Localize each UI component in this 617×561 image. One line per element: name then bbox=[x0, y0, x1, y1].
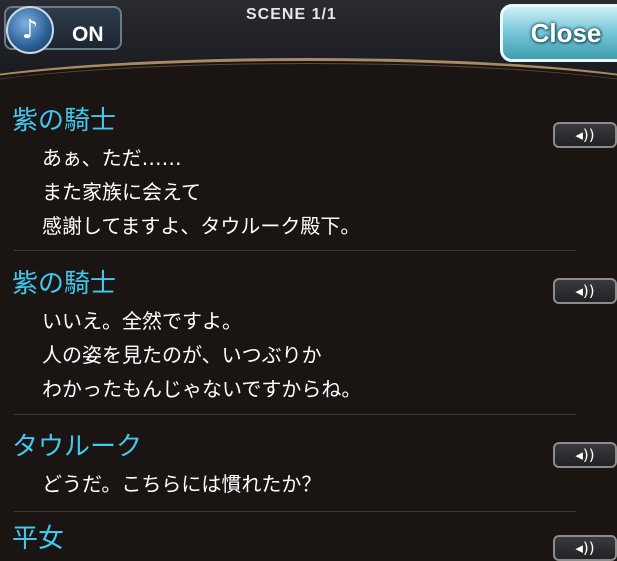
speaker-icon: ◂)) bbox=[575, 446, 595, 464]
speaker-name: 紫の騎士 bbox=[12, 106, 117, 136]
dialogue-line: 人の姿を見たのが、いつぶりか bbox=[42, 343, 322, 367]
dialogue-line: 感謝してますよ、タウルーク殿下。 bbox=[42, 214, 361, 238]
voice-replay-button[interactable]: ◂)) bbox=[553, 278, 617, 304]
dialogue-line: また家族に会えて bbox=[42, 180, 201, 204]
entry-divider bbox=[14, 250, 576, 251]
header-bar: ON ♪ SCENE 1/1 Close bbox=[0, 0, 617, 92]
speaker-name: 紫の騎士 bbox=[12, 269, 117, 299]
entry-divider bbox=[14, 414, 576, 415]
speaker-name: 平女 bbox=[12, 524, 65, 554]
voice-replay-button[interactable]: ◂)) bbox=[553, 535, 617, 561]
entry-divider bbox=[14, 511, 576, 512]
close-button-label: Close bbox=[530, 17, 602, 48]
music-note-icon[interactable]: ♪ bbox=[6, 6, 54, 54]
voice-replay-button[interactable]: ◂)) bbox=[553, 122, 617, 148]
sound-state-label: ON bbox=[72, 23, 104, 46]
dialogue-line: あぁ、ただ…… bbox=[42, 146, 182, 170]
scene-counter: SCENE 1/1 bbox=[246, 6, 337, 23]
speaker-icon: ◂)) bbox=[575, 282, 595, 300]
dialogue-line: どうだ。こちらには慣れたか？ bbox=[42, 472, 322, 496]
close-button[interactable]: Close bbox=[500, 4, 617, 62]
speaker-icon: ◂)) bbox=[575, 126, 595, 144]
voice-replay-button[interactable]: ◂)) bbox=[553, 442, 617, 468]
dialogue-line: わかったもんじゃないですからね。 bbox=[42, 377, 362, 401]
speaker-name: タウルーク bbox=[12, 432, 143, 462]
dialogue-line: いいえ。全然ですよ。 bbox=[42, 309, 242, 333]
